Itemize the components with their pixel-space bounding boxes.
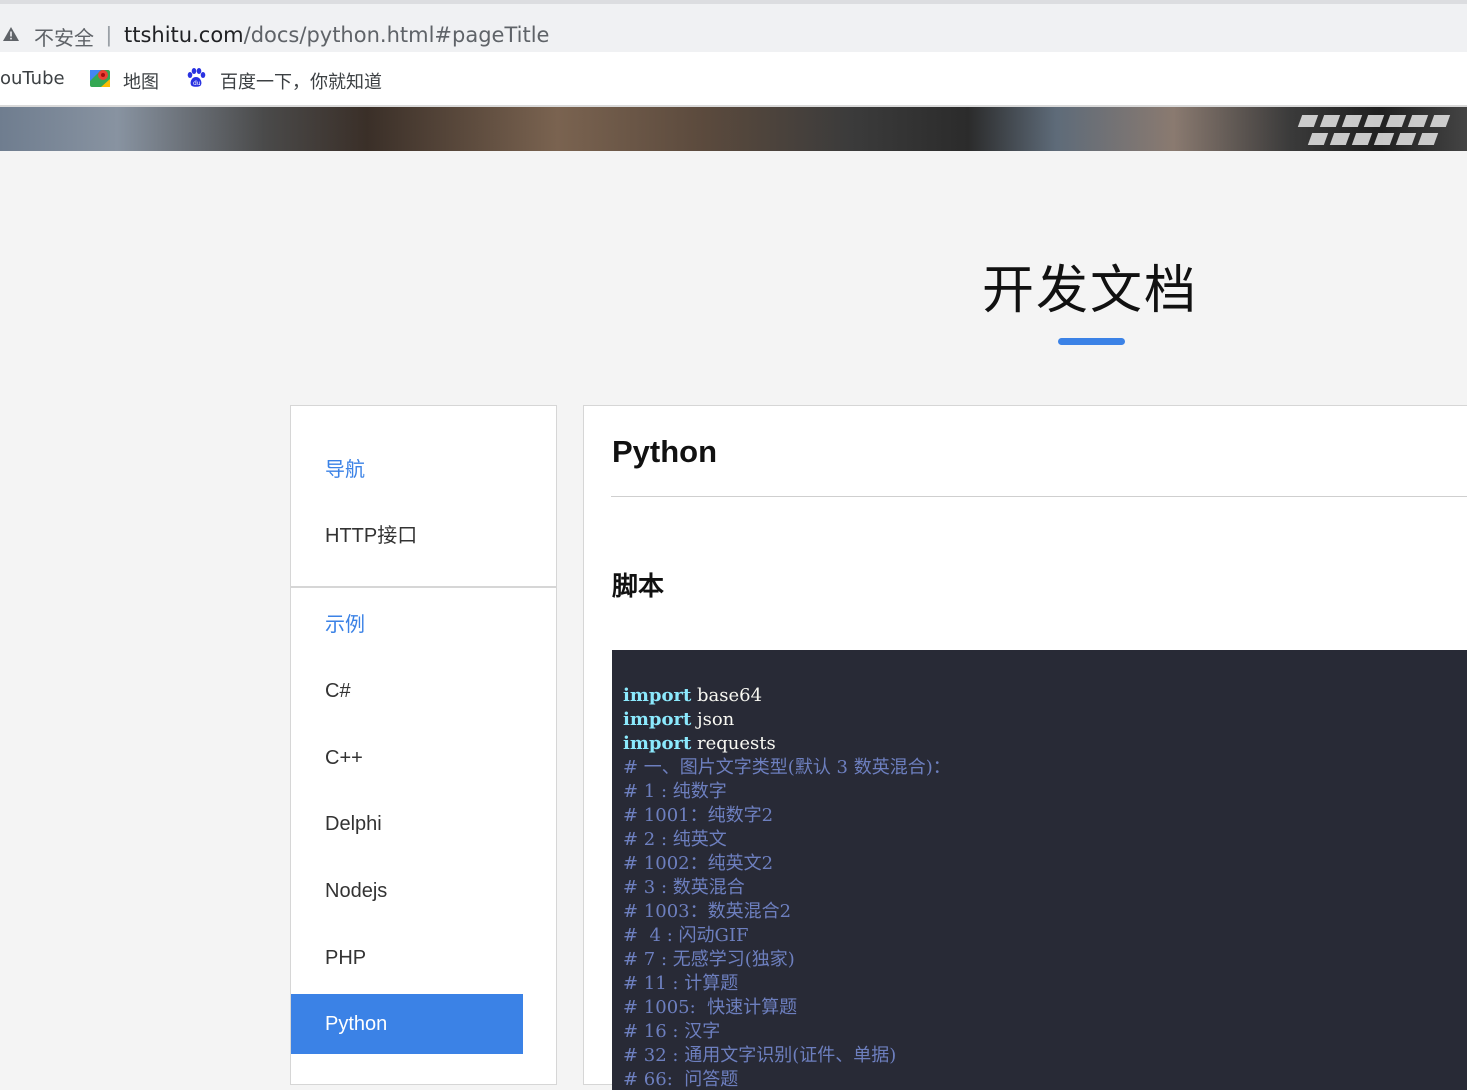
code-comment: # 1 : 纯数字 (623, 781, 727, 802)
code-comment: # 7 : 无感学习(独家) (623, 949, 795, 970)
code-comment: # 2 : 纯英文 (623, 829, 727, 850)
omnibox[interactable]: 不安全 | ttshitu.com/docs/python.html#pageT… (0, 12, 1467, 52)
doc-title: Python (612, 434, 718, 469)
browser-address-bar: 不安全 | ttshitu.com/docs/python.html#pageT… (0, 0, 1467, 52)
code-line: # 3 : 数英混合 (623, 876, 1467, 900)
code-line: # 1002：纯英文2 (623, 852, 1467, 876)
code-line: # 66: 问答题 (623, 1068, 1467, 1090)
url-separator: | (106, 22, 112, 47)
code-comment: # 1002：纯英文2 (623, 853, 774, 874)
code-line: # 16 : 汉字 (623, 1020, 1467, 1044)
code-line: # 一、图片文字类型(默认 3 数英混合)： (623, 756, 1467, 780)
code-line: # 1001：纯数字2 (623, 804, 1467, 828)
title-divider (611, 496, 1467, 497)
code-line: # 2 : 纯英文 (623, 828, 1467, 852)
warning-icon[interactable] (2, 26, 20, 42)
code-line: # 1003：数英混合2 (623, 900, 1467, 924)
page-title: 开发文档 (981, 261, 1198, 321)
sidebar-item-nodejs[interactable]: Nodejs (291, 861, 523, 921)
code-text: json (691, 709, 735, 730)
code-comment: # 1003：数英混合2 (623, 901, 792, 922)
sidebar-divider (291, 586, 556, 588)
code-comment: # 11 : 计算题 (623, 973, 739, 994)
docs-sidebar: 导航 HTTP接口 示例 C# C++ Delphi Nodejs PHP Py… (290, 405, 557, 1085)
sidebar-item-delphi[interactable]: Delphi (291, 794, 523, 854)
title-underline (1058, 338, 1125, 345)
code-comment: # 4 : 闪动GIF (623, 925, 749, 946)
code-line: # 32 : 通用文字识别(证件、单据) (623, 1044, 1467, 1068)
code-keyword: import (623, 733, 692, 754)
code-text: base64 (691, 685, 763, 706)
doc-content-panel: Python 脚本 import base64 import json import… (583, 405, 1467, 1090)
bookmark-youtube[interactable]: ouTube (0, 68, 65, 89)
baidu-paw-icon: du (187, 68, 206, 87)
code-keyword: import (623, 709, 692, 730)
code-text: requests (691, 733, 776, 754)
bookmarks-bar: ouTube 地图 du 百度一下，你就知道 (0, 52, 1467, 107)
code-line: # 4 : 闪动GIF (623, 924, 1467, 948)
code-comment: # 1005: 快速计算题 (623, 997, 798, 1018)
code-block[interactable]: import base64 import json import requests #… (612, 650, 1467, 1090)
bookmark-maps[interactable]: 地图 (123, 68, 159, 94)
code-line: import json (623, 708, 1467, 732)
sidebar-heading-nav[interactable]: 导航 (291, 439, 523, 499)
code-line: import base64 (623, 684, 1467, 708)
code-comment: # 一、图片文字类型(默认 3 数英混合)： (623, 757, 951, 778)
code-comment: # 3 : 数英混合 (623, 877, 745, 898)
header-banner-image (0, 107, 1467, 151)
bookmark-baidu[interactable]: 百度一下，你就知道 (220, 68, 382, 94)
code-line: import requests (623, 732, 1467, 756)
sidebar-item-http-api[interactable]: HTTP接口 (291, 506, 523, 566)
url-path: /docs/python.html#pageTitle (243, 23, 550, 47)
sidebar-heading-examples[interactable]: 示例 (291, 594, 523, 654)
code-line: # 11 : 计算题 (623, 972, 1467, 996)
code-keyword: import (623, 685, 692, 706)
code-line: # 7 : 无感学习(独家) (623, 948, 1467, 972)
sidebar-item-php[interactable]: PHP (291, 928, 523, 988)
url-text[interactable]: ttshitu.com/docs/python.html#pageTitle (124, 23, 549, 47)
code-comment: # 1001：纯数字2 (623, 805, 774, 826)
sidebar-item-cpp[interactable]: C++ (291, 728, 523, 788)
code-line: # 1 : 纯数字 (623, 780, 1467, 804)
code-comment: # 66: 问答题 (623, 1069, 739, 1090)
code-comment: # 32 : 通用文字识别(证件、单据) (623, 1045, 897, 1066)
section-title: 脚本 (612, 572, 665, 602)
svg-text:du: du (193, 80, 201, 87)
sidebar-item-csharp[interactable]: C# (291, 661, 523, 721)
security-label[interactable]: 不安全 (34, 22, 94, 51)
maps-icon (90, 70, 110, 87)
url-host: ttshitu.com (124, 23, 244, 47)
code-line: # 1005: 快速计算题 (623, 996, 1467, 1020)
sidebar-item-python[interactable]: Python (291, 994, 523, 1054)
code-comment: # 16 : 汉字 (623, 1021, 721, 1042)
